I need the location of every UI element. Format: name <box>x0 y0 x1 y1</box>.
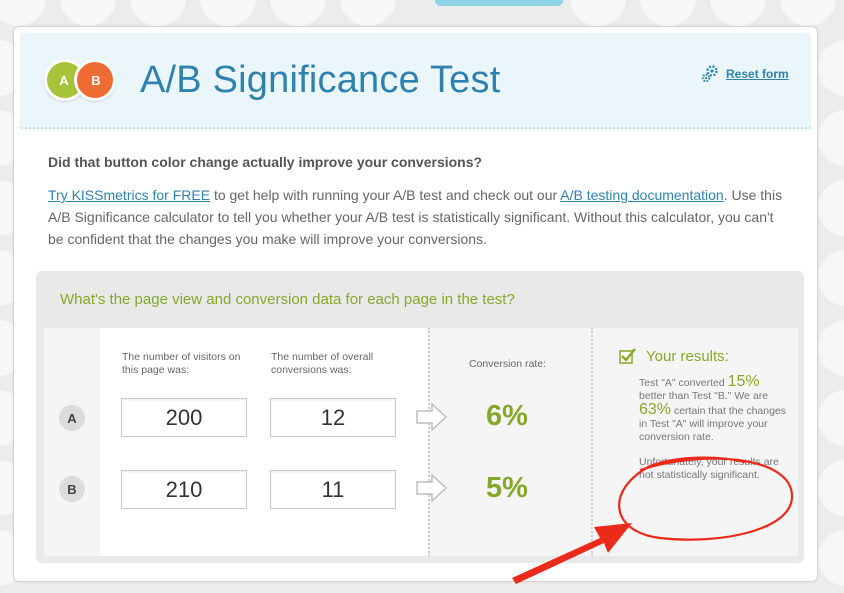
results-box: Your results: Test "A" converted 15% bet… <box>619 348 789 482</box>
test-data-inner: The number of visitors on this page was:… <box>44 328 798 556</box>
certainty-percent: 63% <box>639 401 672 418</box>
row-a-badge: A <box>59 405 85 431</box>
test-data-panel: What's the page view and conversion data… <box>36 271 804 563</box>
conversions-column-label: The number of overall conversions was: <box>271 351 374 376</box>
panel-question: What's the page view and conversion data… <box>60 291 515 308</box>
checkbox-checked-icon <box>619 348 636 364</box>
rate-b-value: 5% <box>486 472 528 504</box>
logo-b-circle: B <box>74 59 116 101</box>
ab-testing-docs-link[interactable]: A/B testing documentation <box>560 187 723 203</box>
arrow-right-icon <box>416 474 448 502</box>
row-b-badge: B <box>59 476 85 502</box>
results-title: Your results: <box>646 348 729 365</box>
rate-column-label: Conversion rate: <box>469 358 547 370</box>
results-summary: Test "A" converted 15% better than Test … <box>639 373 789 444</box>
divider <box>428 328 430 556</box>
visitors-b-input[interactable]: 210 <box>121 470 247 509</box>
visitors-column-label: The number of visitors on this page was: <box>122 351 241 376</box>
gears-icon <box>701 65 718 83</box>
significance-note: Unfortunately, your results are not stat… <box>639 456 779 481</box>
results-text-1: Test "A" converted <box>639 377 728 389</box>
divider <box>591 328 593 556</box>
intro-paragraph: Try KISSmetrics for FREE to get help wit… <box>48 184 788 250</box>
conversions-a-input[interactable]: 12 <box>270 398 396 437</box>
reset-form-control[interactable]: Reset form <box>700 64 789 84</box>
results-header: Your results: <box>619 348 789 365</box>
try-kissmetrics-link[interactable]: Try KISSmetrics for FREE <box>48 187 210 203</box>
intro-question: Did that button color change actually im… <box>48 154 483 170</box>
rate-a-value: 6% <box>486 400 528 432</box>
conversions-b-input[interactable]: 11 <box>270 470 396 509</box>
intro-text-1: to get help with running your A/B test a… <box>210 187 561 203</box>
top-tab[interactable] <box>435 0 563 6</box>
visitors-a-input[interactable]: 200 <box>121 398 247 437</box>
ab-logo: A B <box>44 56 116 104</box>
page-title: A/B Significance Test <box>140 59 501 101</box>
reset-form-link[interactable]: Reset form <box>726 67 789 81</box>
improvement-percent: 15% <box>727 373 760 390</box>
calculator-card: A B A/B Significance Test Reset form Did… <box>13 26 818 582</box>
arrow-right-icon <box>416 403 448 431</box>
header: A B A/B Significance Test Reset form <box>20 33 811 129</box>
